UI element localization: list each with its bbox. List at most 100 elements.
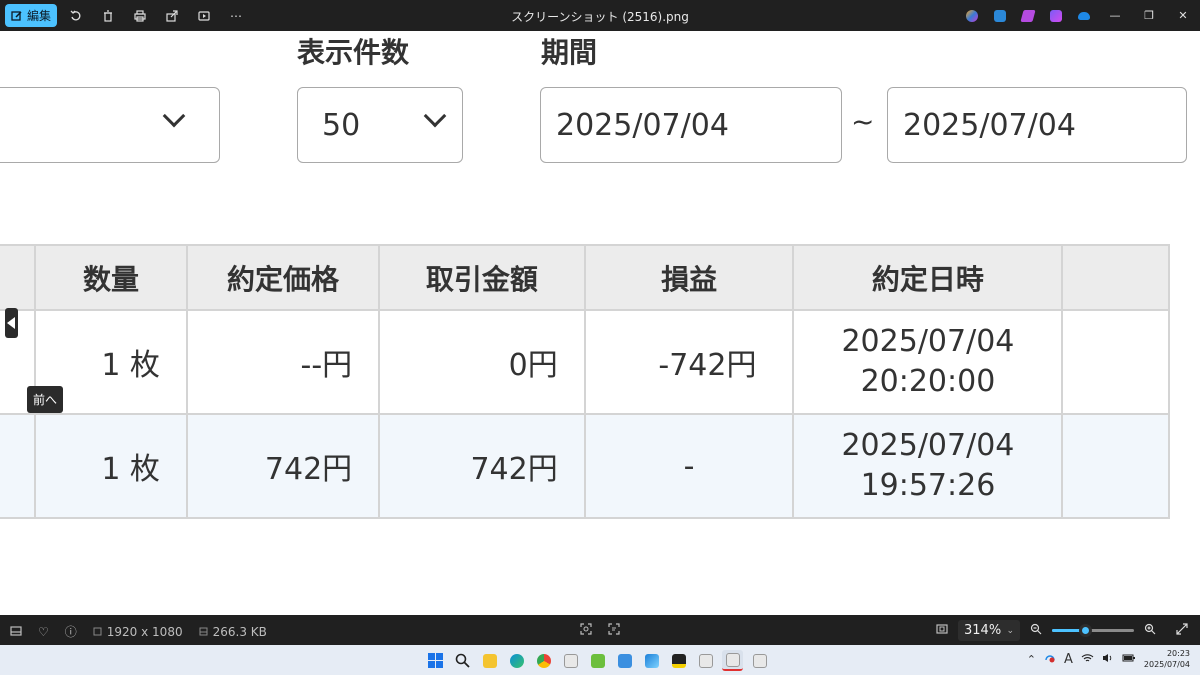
file-size-text: 266.3 KB xyxy=(212,624,267,639)
print-icon[interactable] xyxy=(127,4,153,27)
more-options-icon[interactable]: ⋯ xyxy=(223,4,249,27)
slideshow-icon[interactable] xyxy=(191,4,217,27)
price-cell: --円 xyxy=(185,309,381,415)
category-select[interactable] xyxy=(0,87,220,163)
display-count-select[interactable]: 50 xyxy=(297,87,463,163)
amount-cell: 0円 xyxy=(378,309,586,415)
photo-editor-icon[interactable] xyxy=(986,4,1014,27)
photos-icon[interactable] xyxy=(641,650,662,671)
table-header-row: 数量 約定価格 取引金額 損益 約定日時 xyxy=(0,244,1170,311)
zoom-in-icon[interactable] xyxy=(1144,623,1156,638)
search-icon[interactable] xyxy=(452,650,473,671)
edit-label: 編集 xyxy=(27,9,52,23)
zoom-level-value: 314% xyxy=(964,623,1002,638)
file-size-info: 266.3 KB xyxy=(199,625,267,639)
delete-icon[interactable] xyxy=(95,4,121,27)
column-header-amount[interactable]: 取引金額 xyxy=(378,244,586,311)
app-icon[interactable] xyxy=(749,650,770,671)
status-left: ♡ ⓘ 1920 x 1080 266.3 KB xyxy=(10,623,267,640)
edit-icon xyxy=(11,10,22,21)
zoom-out-icon[interactable] xyxy=(1030,623,1042,638)
clock-date: 2025/07/04 xyxy=(1143,660,1190,669)
column-header-price[interactable]: 約定価格 xyxy=(185,244,381,311)
trade-time: 19:57:26 xyxy=(860,468,996,503)
start-icon[interactable] xyxy=(425,650,446,671)
visual-search-icon[interactable] xyxy=(580,623,592,638)
chevron-down-icon xyxy=(162,104,186,128)
table-cell xyxy=(1061,413,1170,519)
chrome-icon[interactable] xyxy=(533,650,554,671)
quantity-cell: 1 枚 xyxy=(34,413,188,519)
table-row: 1 枚 --円 0円 -742円 2025/07/04 20:20:00 xyxy=(0,309,1170,415)
pnl-cell: - xyxy=(583,413,795,519)
chevron-down-icon: ⌄ xyxy=(1006,625,1014,636)
rotate-icon[interactable] xyxy=(63,4,89,27)
filmstrip-icon[interactable] xyxy=(10,625,22,639)
restore-button[interactable]: ❐ xyxy=(1132,4,1166,27)
datetime-cell: 2025/07/04 20:20:00 xyxy=(792,309,1064,415)
datetime-cell: 2025/07/04 19:57:26 xyxy=(792,413,1064,519)
trade-date: 2025/07/04 xyxy=(841,428,1015,463)
table-cell xyxy=(1061,309,1170,415)
zoom-level-dropdown[interactable]: 314% ⌄ xyxy=(958,620,1020,641)
amount-cell: 742円 xyxy=(378,413,586,519)
file-size-icon xyxy=(199,627,208,636)
clock-time: 20:23 xyxy=(1166,649,1190,658)
app-icon[interactable] xyxy=(587,650,608,671)
app-icon[interactable] xyxy=(560,650,581,671)
info-icon[interactable]: ⓘ xyxy=(65,623,77,640)
minimize-button[interactable]: — xyxy=(1098,4,1132,27)
text-scan-icon[interactable] xyxy=(608,623,620,638)
zoom-slider[interactable] xyxy=(1052,624,1134,637)
status-right: 314% ⌄ xyxy=(936,620,1188,641)
column-header-datetime[interactable]: 約定日時 xyxy=(792,244,1064,311)
onedrive-icon[interactable] xyxy=(1070,4,1098,27)
range-separator: ~ xyxy=(851,105,875,138)
status-bar: ♡ ⓘ 1920 x 1080 266.3 KB 314% ⌄ xyxy=(0,615,1200,645)
previous-image-button[interactable] xyxy=(5,308,18,338)
image-canvas: 表示件数 50 期間 2025/07/04 ~ 2025/07/04 数量 約定… xyxy=(0,31,1200,615)
column-header-quantity[interactable]: 数量 xyxy=(34,244,188,311)
edge-icon[interactable] xyxy=(506,650,527,671)
zoom-slider-handle[interactable] xyxy=(1078,624,1092,637)
chevron-up-icon[interactable]: ⌃ xyxy=(1027,653,1036,666)
display-count-value: 50 xyxy=(322,107,361,143)
volume-icon[interactable] xyxy=(1102,653,1114,666)
fit-to-window-icon[interactable] xyxy=(936,623,948,638)
table-cell xyxy=(0,413,37,519)
column-header xyxy=(0,244,37,311)
taskbar-apps xyxy=(425,650,770,671)
edit-button[interactable]: 編集 xyxy=(5,4,58,27)
column-header-pnl[interactable]: 損益 xyxy=(583,244,795,311)
taskbar: ⌃ A 20:23 2025/07/04 xyxy=(0,645,1200,675)
network-status-icon[interactable] xyxy=(1044,653,1056,666)
fullscreen-icon[interactable] xyxy=(1176,623,1188,638)
period-from-value: 2025/07/04 xyxy=(556,107,729,143)
price-cell: 742円 xyxy=(185,413,381,519)
trade-history-table: 数量 約定価格 取引金額 損益 約定日時 1 枚 --円 0円 -742円 20… xyxy=(0,244,1170,519)
copilot-icon[interactable] xyxy=(958,4,986,27)
previous-tooltip: 前へ xyxy=(27,386,64,413)
notepad-icon[interactable] xyxy=(614,650,635,671)
file-explorer-icon[interactable] xyxy=(479,650,500,671)
chevron-down-icon xyxy=(423,104,447,128)
period-to-value: 2025/07/04 xyxy=(903,107,1076,143)
window-controls: — ❐ ✕ xyxy=(958,4,1200,27)
close-button[interactable]: ✕ xyxy=(1166,4,1200,27)
period-to-input[interactable]: 2025/07/04 xyxy=(887,87,1187,163)
period-label: 期間 xyxy=(541,36,598,69)
taskbar-clock[interactable]: 20:23 2025/07/04 xyxy=(1144,648,1190,670)
app-icon[interactable] xyxy=(695,650,716,671)
ime-indicator[interactable]: A xyxy=(1064,652,1073,667)
battery-icon[interactable] xyxy=(1122,653,1136,666)
period-from-input[interactable]: 2025/07/04 xyxy=(540,87,842,163)
wifi-icon[interactable] xyxy=(1081,653,1094,666)
sticky-notes-icon[interactable] xyxy=(668,650,689,671)
designer-icon[interactable] xyxy=(1042,4,1070,27)
share-icon[interactable] xyxy=(159,4,185,27)
image-size-icon xyxy=(93,627,102,636)
favorite-icon[interactable]: ♡ xyxy=(38,625,49,639)
clipchamp-icon[interactable] xyxy=(1014,4,1042,27)
resolution-text: 1920 x 1080 xyxy=(106,624,183,639)
app-icon-active[interactable] xyxy=(722,650,743,671)
